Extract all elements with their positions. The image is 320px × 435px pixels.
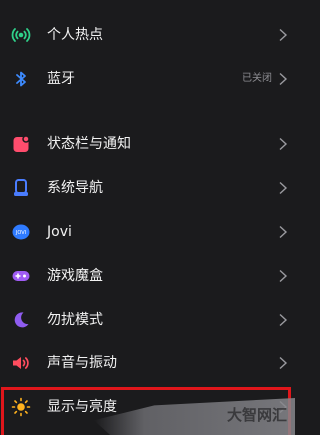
settings-item-sound[interactable]: 声音与振动 <box>0 341 295 385</box>
speaker-icon <box>11 353 31 373</box>
settings-item-label: 勿扰模式 <box>47 312 103 328</box>
chevron-right-icon <box>277 28 289 42</box>
watermark-text: 大智网汇 <box>226 406 287 424</box>
settings-item-navigation[interactable]: 系统导航 <box>0 166 295 210</box>
moon-icon <box>11 310 31 330</box>
bluetooth-status: 已关闭 <box>242 73 272 84</box>
chevron-right-icon <box>277 356 289 370</box>
chevron-right-icon <box>277 225 289 239</box>
jovi-badge-text: JOVI <box>15 230 26 236</box>
notification-icon <box>11 134 31 154</box>
settings-screen: 个人热点 蓝牙 已关闭 状态栏与通知 系统导航 JOVI Jovi 游戏魔盒 勿… <box>0 0 295 435</box>
game-box-icon <box>11 266 31 286</box>
chevron-right-icon <box>277 181 289 195</box>
bluetooth-icon <box>11 69 31 89</box>
settings-item-game-box[interactable]: 游戏魔盒 <box>0 254 295 298</box>
chevron-right-icon <box>277 313 289 327</box>
settings-item-label: 声音与振动 <box>47 355 117 371</box>
settings-item-bluetooth[interactable]: 蓝牙 已关闭 <box>0 57 295 101</box>
settings-item-label: Jovi <box>47 224 72 240</box>
hotspot-icon <box>11 25 31 45</box>
settings-item-label: 游戏魔盒 <box>47 268 103 284</box>
settings-item-jovi[interactable]: JOVI Jovi <box>0 210 295 254</box>
settings-item-label: 状态栏与通知 <box>47 136 131 152</box>
chevron-right-icon <box>277 137 289 151</box>
jovi-icon: JOVI <box>11 222 31 242</box>
settings-item-status-bar[interactable]: 状态栏与通知 <box>0 122 295 166</box>
navigation-icon <box>11 178 31 198</box>
chevron-right-icon <box>277 72 289 86</box>
chevron-right-icon <box>277 269 289 283</box>
settings-item-label: 个人热点 <box>47 27 103 43</box>
settings-item-label: 系统导航 <box>47 180 103 196</box>
settings-item-hotspot[interactable]: 个人热点 <box>0 13 295 57</box>
settings-item-label: 蓝牙 <box>47 71 75 87</box>
settings-item-do-not-disturb[interactable]: 勿扰模式 <box>0 298 295 342</box>
